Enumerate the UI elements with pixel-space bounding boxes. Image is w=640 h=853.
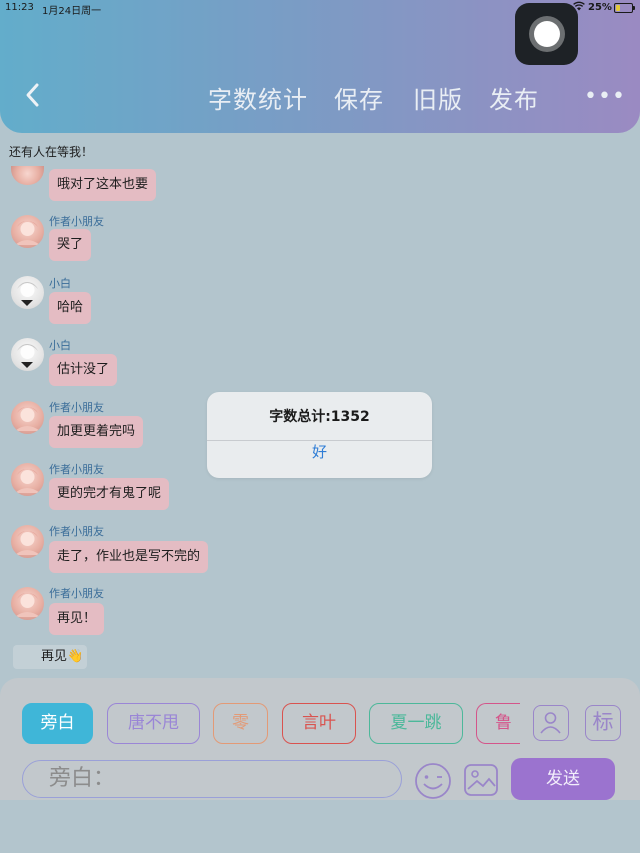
word-count-button[interactable]: 字数统计 (208, 80, 308, 115)
sender-name: 小白 (49, 339, 71, 352)
xiaobai-avatar (11, 338, 44, 371)
message-bubble: 再见！ (49, 603, 105, 635)
author-avatar (11, 166, 44, 185)
sender-name: 作者小朋友 (49, 463, 104, 476)
back-arrow-icon[interactable] (24, 82, 42, 108)
image-icon[interactable] (463, 762, 499, 798)
sender-name: 小白 (49, 277, 71, 290)
author-avatar (11, 215, 44, 248)
author-avatar (11, 525, 44, 558)
send-button[interactable]: 发送 (511, 758, 615, 800)
word-count-dialog: 字数总计:1352 好 (207, 392, 432, 478)
more-options-icon[interactable]: ••• (584, 84, 626, 109)
publish-button[interactable]: 发布 (489, 80, 539, 115)
message-bubble: 走了，作业也是写不完的 (49, 541, 209, 573)
save-button[interactable]: 保存 (334, 80, 384, 115)
assistive-touch-button[interactable] (515, 3, 578, 65)
xiaobai-avatar (11, 276, 44, 309)
message-bubble: 加更更着完吗 (49, 416, 144, 448)
sender-name: 作者小朋友 (49, 215, 104, 228)
tag-button[interactable]: 标 (585, 705, 621, 741)
character-manage-icon[interactable] (533, 705, 569, 741)
author-avatar (11, 587, 44, 620)
dialog-message: 字数总计:1352 (269, 409, 370, 425)
message-bubble: 更的完才有鬼了呢 (49, 478, 170, 510)
role-chip-lu[interactable]: 鲁 (476, 703, 520, 744)
message-bubble: 哦对了这本也要 (49, 169, 157, 201)
sender-name: 作者小朋友 (49, 401, 104, 414)
message-bubble: 哭了 (49, 229, 92, 261)
author-avatar (11, 463, 44, 496)
sender-name: 作者小朋友 (49, 587, 104, 600)
role-chip-narrator[interactable]: 旁白 (22, 703, 93, 744)
role-chip-yanye[interactable]: 言叶 (282, 703, 356, 744)
narration-message: 再见👋 (13, 645, 88, 669)
chat-preview-text: 还有人在等我！ (9, 145, 94, 159)
message-input[interactable]: 旁白： (22, 760, 402, 798)
dialog-ok-button[interactable]: 好 (207, 441, 432, 478)
emoji-icon[interactable] (413, 761, 453, 801)
sender-name: 作者小朋友 (49, 525, 104, 538)
old-version-button[interactable]: 旧版 (413, 80, 463, 115)
message-bubble: 估计没了 (49, 354, 118, 386)
role-chip-tang-bushuai[interactable]: 唐不甩 (107, 703, 200, 744)
status-date: 1月24日周一 (42, 6, 102, 17)
role-chip-xia-yitiao[interactable]: 夏一跳 (369, 703, 463, 744)
author-avatar (11, 401, 44, 434)
status-time: 11:23 (5, 2, 34, 13)
battery-icon (614, 3, 635, 13)
role-chip-ling[interactable]: 零 (213, 703, 268, 744)
battery-percent: 25% (588, 2, 612, 13)
message-bubble: 哈哈 (49, 292, 92, 324)
